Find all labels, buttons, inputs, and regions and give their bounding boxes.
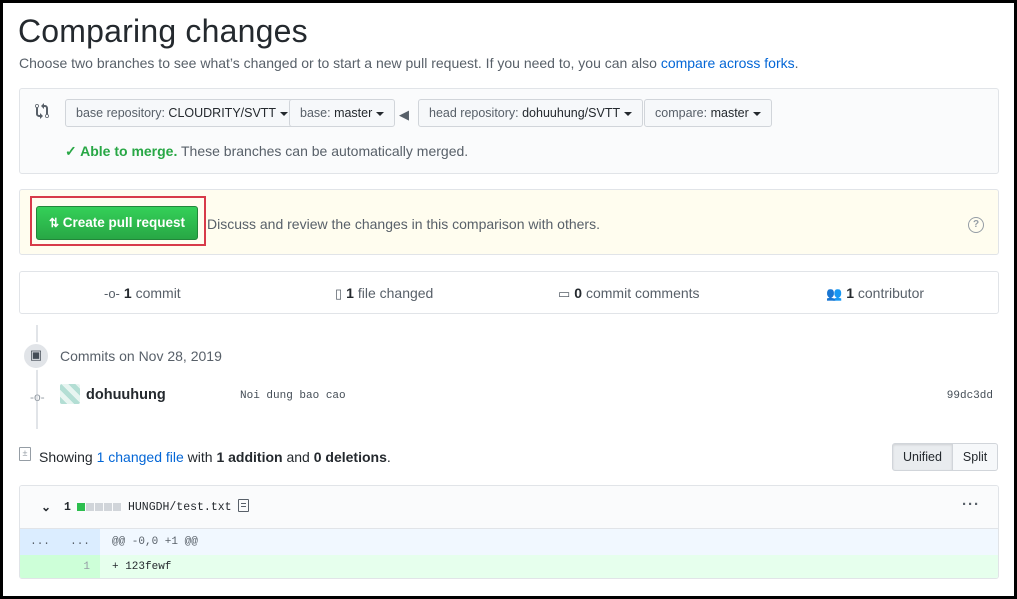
commits-count: 1 xyxy=(123,285,132,301)
range-editor: base repository: CLOUDRITY/SVTT base: ma… xyxy=(19,88,999,174)
diffstat-blocks xyxy=(77,503,121,511)
summary-and: and xyxy=(282,449,314,465)
comments-count: 0 xyxy=(574,285,583,301)
comment-icon: ▭ xyxy=(558,286,571,301)
avatar[interactable] xyxy=(60,384,80,404)
commits-label: commit xyxy=(131,285,181,301)
file-change-count: 1 xyxy=(64,501,71,514)
base-branch-label: base: xyxy=(300,106,335,120)
expand-down-button[interactable]: ... xyxy=(60,529,100,555)
pr-banner-text: Discuss and review the changes in this c… xyxy=(207,216,600,232)
contributors-label: contributor xyxy=(853,285,925,301)
hunk-header-row: ... ... @@ -0,0 +1 @@ xyxy=(20,529,998,555)
files-stat[interactable]: ▯ 1 file changed xyxy=(335,285,433,302)
unified-view-button[interactable]: Unified xyxy=(892,443,953,471)
contributors-count: 1 xyxy=(846,285,854,301)
diff-summary: Showing 1 changed file with 1 addition a… xyxy=(39,449,391,465)
split-view-button[interactable]: Split xyxy=(952,443,999,471)
file-diff: ⌄ 1 HUNGDH/test.txt ··· ... ... @@ -0,0 … xyxy=(19,485,999,579)
check-icon: ✓ xyxy=(65,143,81,159)
comments-label: commit comments xyxy=(582,285,700,301)
file-header: ⌄ 1 HUNGDH/test.txt ··· xyxy=(20,486,998,529)
base-repository-value: CLOUDRITY/SVTT xyxy=(168,106,277,120)
deletions-count: 0 deletions xyxy=(313,449,387,465)
diffstat-neutral-block xyxy=(86,503,94,511)
git-compare-icon xyxy=(35,103,49,119)
base-repository-select[interactable]: base repository: CLOUDRITY/SVTT xyxy=(65,99,300,127)
files-count: 1 xyxy=(346,285,354,301)
compare-branch-select[interactable]: compare: master xyxy=(644,99,772,127)
expand-up-button[interactable]: ... xyxy=(20,529,60,555)
merge-status-text: These branches can be automatically merg… xyxy=(177,143,469,159)
commit-message-link[interactable]: Noi dung bao cao xyxy=(240,390,346,402)
base-branch-select[interactable]: base: master xyxy=(289,99,396,127)
commits-stat[interactable]: -o- 1 commit xyxy=(104,285,181,301)
question-icon[interactable]: ? xyxy=(968,217,984,233)
create-pull-request-label: Create pull request xyxy=(62,215,186,230)
compare-stats: -o- 1 commit ▯ 1 file changed ▭ 0 commit co… xyxy=(19,271,999,314)
commit-sha-link[interactable]: 99dc3dd xyxy=(947,390,993,402)
diffstat-neutral-block xyxy=(104,503,112,511)
subtitle-period: . xyxy=(794,55,799,71)
summary-with: with xyxy=(183,449,217,465)
comments-stat[interactable]: ▭ 0 commit comments xyxy=(558,285,700,302)
added-line-code: + 123fewf xyxy=(112,561,172,573)
repo-push-icon: ▣ xyxy=(22,342,50,370)
head-repository-select[interactable]: head repository: dohuuhung/SVTT xyxy=(418,99,644,127)
hunk-header: @@ -0,0 +1 @@ xyxy=(112,536,198,548)
page-title: Comparing changes xyxy=(18,13,308,49)
caret-down-icon xyxy=(752,111,761,116)
file-diff-icon: ± xyxy=(19,447,31,461)
diffstat-neutral-block xyxy=(95,503,103,511)
git-commit-icon: -o- xyxy=(30,390,45,404)
create-pr-banner: ⇅ Create pull request Discuss and review… xyxy=(19,189,999,255)
caret-down-icon xyxy=(376,111,385,116)
head-repository-label: head repository: xyxy=(429,106,523,120)
diffstat-addition-block xyxy=(77,503,85,511)
head-repository-value: dohuuhung/SVTT xyxy=(522,106,621,120)
summary-prefix: Showing xyxy=(39,449,97,465)
compare-branch-label: compare: xyxy=(655,106,711,120)
timeline-line xyxy=(36,325,38,429)
added-line-row: 1 + 123fewf xyxy=(20,555,998,578)
changed-files-link[interactable]: 1 changed file xyxy=(97,449,184,465)
contributors-stat[interactable]: 👥 1 contributor xyxy=(826,285,924,302)
diffstat-neutral-block xyxy=(113,503,121,511)
additions-count: 1 addition xyxy=(216,449,283,465)
merge-status-label: Able to merge. xyxy=(80,143,178,159)
subtitle-text: Choose two branches to see what’s change… xyxy=(19,55,661,71)
base-branch-value: master xyxy=(334,106,373,120)
chevron-down-icon[interactable]: ⌄ xyxy=(41,500,51,514)
create-pull-request-button[interactable]: ⇅ Create pull request xyxy=(36,206,198,240)
people-icon: 👥 xyxy=(826,286,843,301)
file-diff-icon: ▯ xyxy=(335,286,343,301)
page-frame: Comparing changes Choose two branches to… xyxy=(0,0,1017,599)
base-repository-label: base repository: xyxy=(76,106,169,120)
compare-branch-value: master xyxy=(710,106,749,120)
commits-day-heading: Commits on Nov 28, 2019 xyxy=(60,348,222,364)
commit-author-link[interactable]: dohuuhung xyxy=(86,387,166,403)
git-commit-icon: -o- xyxy=(104,286,120,301)
summary-end: . xyxy=(386,449,391,465)
page-subtitle: Choose two branches to see what’s change… xyxy=(19,55,799,71)
file-path-link[interactable]: HUNGDH/test.txt xyxy=(128,501,232,514)
files-label: file changed xyxy=(353,285,434,301)
merge-status: ✓ Able to merge. These branches can be a… xyxy=(65,143,468,160)
caret-down-icon xyxy=(280,111,289,116)
old-line-number xyxy=(20,555,60,578)
clipboard-icon[interactable] xyxy=(238,499,249,512)
caret-down-icon xyxy=(624,111,633,116)
new-line-number[interactable]: 1 xyxy=(60,555,100,578)
git-pull-request-icon: ⇅ xyxy=(48,216,59,230)
arrow-left-icon: ◀ xyxy=(399,107,409,122)
compare-across-forks-link[interactable]: compare across forks xyxy=(661,55,795,71)
kebab-menu-icon[interactable]: ··· xyxy=(962,496,980,513)
diff-view-toggle: Unified Split xyxy=(892,443,999,471)
